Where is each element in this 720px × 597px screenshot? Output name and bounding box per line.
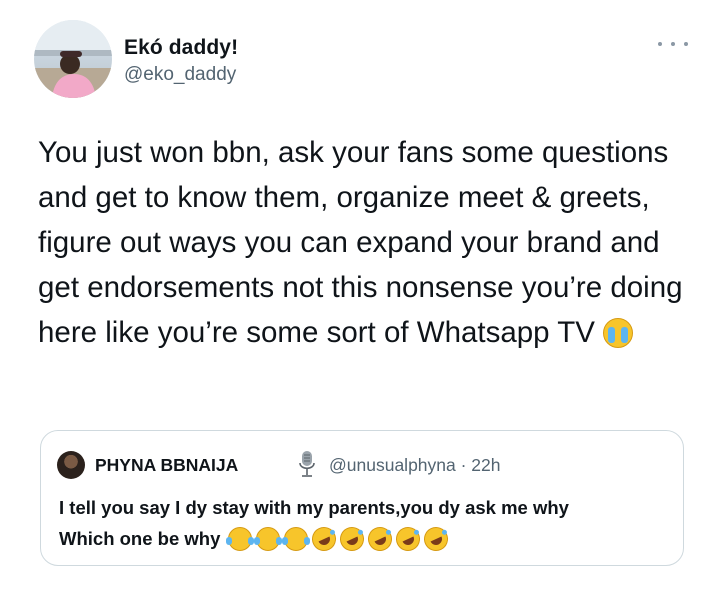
- rolling-on-the-floor-laughing-icon: [308, 523, 341, 555]
- rolling-on-the-floor-laughing-icon: [420, 523, 453, 555]
- tweet-text: You just won bbn, ask your fans some que…: [38, 130, 698, 355]
- more-options-icon[interactable]: [658, 36, 688, 52]
- tweet-card: Ekó daddy! @eko_daddy You just won bbn, …: [0, 0, 720, 597]
- quoted-author-avatar[interactable]: [57, 451, 85, 479]
- dot-icon: [671, 42, 675, 46]
- face-with-tears-of-joy-icon: [226, 527, 255, 551]
- face-with-tears-of-joy-icon: [254, 527, 283, 551]
- user-avatar-icon: [34, 20, 112, 98]
- author-display-name[interactable]: Ekó daddy!: [124, 36, 238, 60]
- author-avatar[interactable]: [34, 20, 112, 98]
- microphone-icon: [299, 451, 315, 477]
- quoted-tweet-text-line-1: I tell you say I dy stay with my parents…: [59, 497, 569, 518]
- tweet-text-content: You just won bbn, ask your fans some que…: [38, 136, 683, 349]
- rolling-on-the-floor-laughing-icon: [364, 523, 397, 555]
- quoted-tweet-emojis: [226, 523, 453, 555]
- face-with-tears-of-joy-icon: [282, 527, 311, 551]
- loudly-crying-face-emoji-icon: [602, 318, 633, 348]
- rolling-on-the-floor-laughing-icon: [336, 523, 369, 555]
- quoted-tweet-text-line-2-content: Which one be why: [59, 528, 221, 549]
- dot-icon: [684, 42, 688, 46]
- quoted-tweet-text-line-2: Which one be why: [59, 523, 453, 555]
- quoted-tweet[interactable]: PHYNA BBNAIJA @unusualphyna · 22h I tell…: [40, 430, 684, 566]
- quoted-author-handle-time: @unusualphyna · 22h: [329, 455, 501, 475]
- quoted-author-name: PHYNA BBNAIJA: [95, 455, 239, 475]
- dot-icon: [658, 42, 662, 46]
- rolling-on-the-floor-laughing-icon: [392, 523, 425, 555]
- author-handle[interactable]: @eko_daddy: [124, 64, 236, 86]
